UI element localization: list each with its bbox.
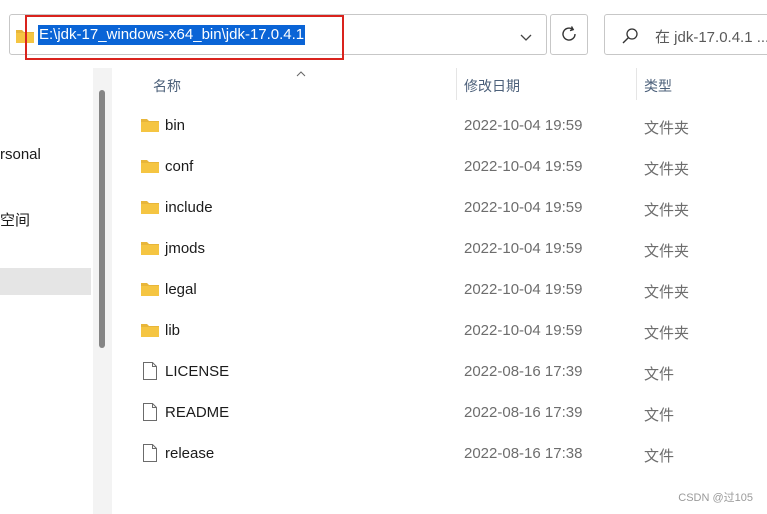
file-row[interactable]: release 2022-08-16 17:38 文件 bbox=[112, 434, 767, 475]
nav-item-personal[interactable]: rsonal bbox=[0, 146, 41, 163]
file-icon bbox=[142, 443, 158, 468]
file-type: 文件夹 bbox=[644, 202, 690, 219]
file-type: 文件 bbox=[644, 448, 675, 465]
search-icon bbox=[622, 28, 638, 44]
folder-icon bbox=[140, 199, 160, 220]
file-row[interactable]: LICENSE 2022-08-16 17:39 文件 bbox=[112, 352, 767, 393]
chevron-down-icon[interactable] bbox=[520, 29, 532, 47]
file-icon bbox=[142, 402, 158, 427]
column-header-type[interactable]: 类型 bbox=[644, 76, 672, 96]
file-name: lib bbox=[165, 322, 181, 339]
nav-scrollbar-thumb[interactable] bbox=[99, 90, 105, 348]
file-type: 文件夹 bbox=[644, 161, 690, 178]
column-divider[interactable] bbox=[636, 68, 637, 100]
file-icon bbox=[142, 361, 158, 386]
nav-item-selected[interactable] bbox=[0, 268, 91, 295]
file-date: 2022-08-16 17:39 bbox=[464, 404, 583, 421]
file-name: README bbox=[165, 404, 230, 421]
folder-icon bbox=[140, 281, 160, 302]
folder-icon bbox=[140, 240, 160, 261]
watermark: CSDN @过105 bbox=[678, 492, 753, 504]
file-name: include bbox=[165, 199, 213, 216]
column-header-date[interactable]: 修改日期 bbox=[464, 76, 520, 96]
file-date: 2022-10-04 19:59 bbox=[464, 281, 583, 298]
file-type: 文件 bbox=[644, 366, 675, 383]
sort-ascending-icon bbox=[296, 64, 306, 82]
folder-icon bbox=[140, 117, 160, 138]
search-input[interactable]: 在 jdk-17.0.4.1 ... bbox=[604, 14, 767, 55]
file-type: 文件夹 bbox=[644, 325, 690, 342]
file-row[interactable]: legal 2022-10-04 19:59 文件夹 bbox=[112, 270, 767, 311]
file-row[interactable]: README 2022-08-16 17:39 文件 bbox=[112, 393, 767, 434]
file-date: 2022-10-04 19:59 bbox=[464, 199, 583, 216]
file-name: conf bbox=[165, 158, 194, 175]
file-date: 2022-10-04 19:59 bbox=[464, 158, 583, 175]
file-row[interactable]: bin 2022-10-04 19:59 文件夹 bbox=[112, 106, 767, 147]
file-date: 2022-08-16 17:38 bbox=[464, 445, 583, 462]
refresh-icon bbox=[562, 26, 576, 41]
file-date: 2022-08-16 17:39 bbox=[464, 363, 583, 380]
file-name: bin bbox=[165, 117, 186, 134]
nav-item-space[interactable]: 空间 bbox=[0, 209, 30, 230]
file-name: jmods bbox=[165, 240, 206, 257]
file-row[interactable]: jmods 2022-10-04 19:59 文件夹 bbox=[112, 229, 767, 270]
file-row[interactable]: conf 2022-10-04 19:59 文件夹 bbox=[112, 147, 767, 188]
highlight-annotation-box bbox=[25, 15, 344, 60]
file-name: LICENSE bbox=[165, 363, 230, 380]
file-type: 文件 bbox=[644, 407, 675, 424]
column-header-name[interactable]: 名称 bbox=[153, 76, 181, 96]
column-divider[interactable] bbox=[456, 68, 457, 100]
file-row[interactable]: lib 2022-10-04 19:59 文件夹 bbox=[112, 311, 767, 352]
file-type: 文件夹 bbox=[644, 284, 690, 301]
file-name: legal bbox=[165, 281, 197, 298]
file-row[interactable]: include 2022-10-04 19:59 文件夹 bbox=[112, 188, 767, 229]
folder-icon bbox=[140, 158, 160, 179]
file-date: 2022-10-04 19:59 bbox=[464, 240, 583, 257]
file-date: 2022-10-04 19:59 bbox=[464, 117, 583, 134]
file-date: 2022-10-04 19:59 bbox=[464, 322, 583, 339]
refresh-button[interactable] bbox=[550, 14, 588, 55]
folder-icon bbox=[140, 322, 160, 343]
search-placeholder: 在 jdk-17.0.4.1 ... bbox=[655, 29, 767, 46]
file-name: release bbox=[165, 445, 215, 462]
file-type: 文件夹 bbox=[644, 120, 690, 137]
file-type: 文件夹 bbox=[644, 243, 690, 260]
